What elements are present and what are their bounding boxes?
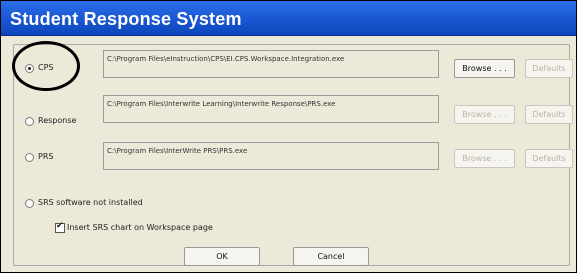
title-bar: Student Response System	[1, 1, 576, 36]
prs-radio-label[interactable]: PRS	[38, 152, 53, 161]
response-radio[interactable]	[25, 117, 34, 126]
prs-browse-button[interactable]: Browse . . .	[454, 149, 515, 168]
ok-button[interactable]: OK	[184, 247, 260, 266]
prs-path-field[interactable]: C:\Program Files\InterWrite PRS\PRS.exe	[103, 142, 439, 170]
insert-chart-label[interactable]: Insert SRS chart on Workspace page	[67, 223, 213, 232]
not-installed-radio-label[interactable]: SRS software not installed	[38, 198, 143, 207]
cps-browse-button[interactable]: Browse . . .	[454, 59, 515, 78]
response-radio-label[interactable]: Response	[38, 116, 76, 125]
cancel-button[interactable]: Cancel	[293, 247, 369, 266]
response-defaults-button[interactable]: Defaults	[525, 105, 573, 124]
cps-path-field[interactable]: C:\Program Files\eInstruction\CPS\EI.CPS…	[103, 50, 439, 78]
srs-dialog: Student Response System CPS C:\Program F…	[0, 0, 577, 273]
not-installed-radio[interactable]	[25, 199, 34, 208]
response-browse-button[interactable]: Browse . . .	[454, 105, 515, 124]
prs-defaults-button[interactable]: Defaults	[525, 149, 573, 168]
cps-defaults-button[interactable]: Defaults	[525, 59, 573, 78]
cps-radio[interactable]	[25, 64, 34, 73]
cps-radio-label[interactable]: CPS	[38, 63, 54, 72]
dialog-title: Student Response System	[10, 9, 242, 29]
prs-radio[interactable]	[25, 153, 34, 162]
insert-chart-checkbox[interactable]	[55, 221, 65, 233]
response-path-field[interactable]: C:\Program Files\Interwrite Learning\Int…	[103, 95, 439, 123]
